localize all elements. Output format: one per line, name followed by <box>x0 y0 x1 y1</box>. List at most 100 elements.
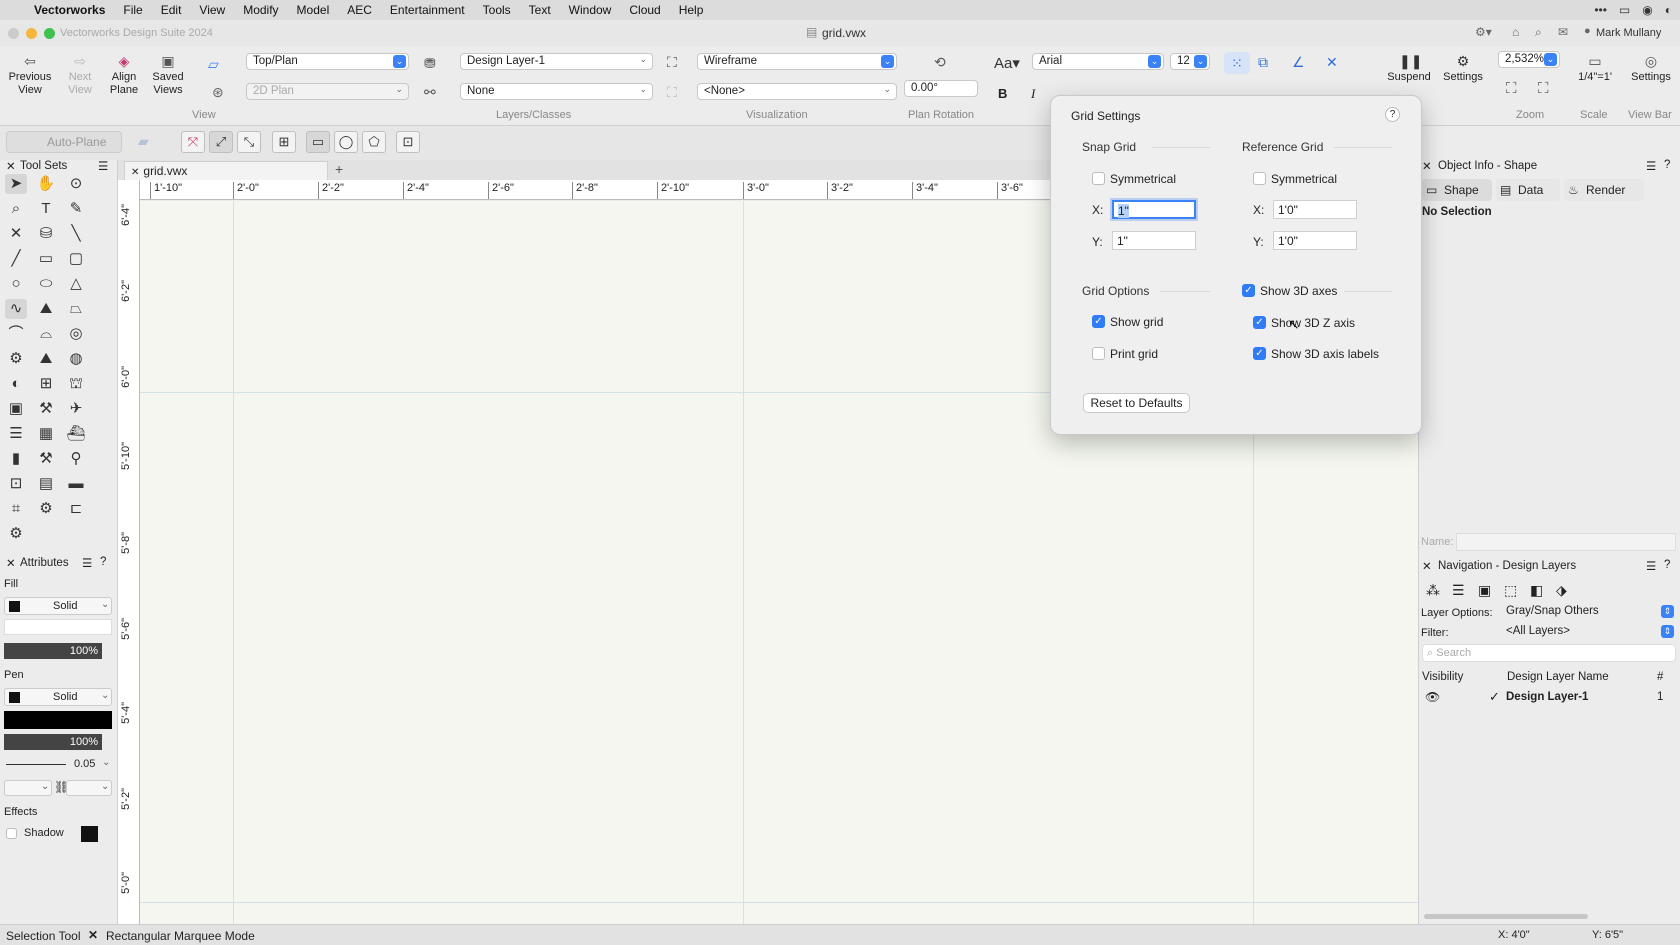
plan-dropdown[interactable]: 2D Plan ⌄ <box>246 83 409 100</box>
font-size-dropdown[interactable]: 12 ⌄ <box>1170 53 1210 70</box>
marker-dropdown[interactable]: ⌄ <box>66 780 112 796</box>
projection-icon[interactable]: ⛶ <box>667 84 677 101</box>
tool-button-icon[interactable]: ∿ <box>5 299 27 319</box>
snap-grid-icon[interactable]: ⁙ <box>1224 52 1250 74</box>
tool-sets-close-icon[interactable]: ✕ <box>6 159 16 173</box>
object-info-help-icon[interactable]: ? <box>1664 159 1670 171</box>
design-layers-icon[interactable]: ☰ <box>1452 582 1465 599</box>
reset-to-defaults-button[interactable]: Reset to Defaults <box>1083 393 1190 413</box>
menu-window[interactable]: Window <box>560 3 621 17</box>
horizontal-scrollbar[interactable] <box>1424 914 1588 919</box>
snap-symmetrical-checkbox[interactable] <box>1092 172 1105 185</box>
filter-dropdown[interactable]: <All Layers> ⇕ <box>1500 624 1676 641</box>
add-tab-button[interactable]: + <box>335 161 343 177</box>
tool-button-icon[interactable]: ⚒ <box>35 399 57 419</box>
tool-button-icon[interactable]: ⊞ <box>35 374 57 394</box>
tool-button-icon[interactable]: ◎ <box>65 324 87 344</box>
show-3d-z-axis-checkbox[interactable]: ✓ <box>1253 316 1266 329</box>
scale-button[interactable]: ▭ 1/4"=1' <box>1572 54 1618 84</box>
plan-icon[interactable]: ⊛ <box>212 84 224 101</box>
fill-style-dropdown[interactable]: Solid ⌄ <box>4 597 112 615</box>
menu-app[interactable]: Vectorworks <box>25 3 114 17</box>
pen-opacity-bar[interactable]: 100% <box>4 734 102 750</box>
tool-button-icon[interactable]: ⛰ <box>35 349 57 369</box>
tool-button-icon[interactable]: ▣ <box>5 399 27 419</box>
menu-tools[interactable]: Tools <box>474 3 520 17</box>
print-grid-checkbox[interactable] <box>1092 347 1105 360</box>
reference-symmetrical-checkbox[interactable] <box>1253 172 1266 185</box>
layer-options-dropdown[interactable]: Gray/Snap Others ⇕ <box>1500 604 1676 621</box>
tool-button-icon[interactable]: ◐ <box>5 374 27 394</box>
tool-button-icon[interactable]: ╱ <box>5 249 27 269</box>
menu-model[interactable]: Model <box>288 3 339 17</box>
tool-button-icon[interactable]: ⬭ <box>35 274 57 294</box>
navigation-close-icon[interactable]: ✕ <box>1422 559 1432 573</box>
tool-button-icon[interactable]: ⚙ <box>5 349 27 369</box>
tool-button-icon[interactable]: ⛫ <box>65 374 87 394</box>
font-dropdown[interactable]: Arial ⌄ <box>1032 53 1164 70</box>
fill-color-swatch[interactable] <box>9 601 20 612</box>
tool-button-icon[interactable]: ✎ <box>65 199 87 219</box>
object-info-menu-icon[interactable]: ☰ <box>1646 159 1656 173</box>
tool-button-icon[interactable]: ⌓ <box>35 324 57 344</box>
col-design-layer-name[interactable]: Design Layer Name <box>1507 671 1609 683</box>
tab-data[interactable]: ▤ Data <box>1496 179 1560 201</box>
mode-button-4[interactable]: ⊞ <box>272 131 296 153</box>
tool-button-icon[interactable]: ⌕ <box>5 199 27 219</box>
snap-angle-icon[interactable]: ∠ <box>1292 54 1305 71</box>
tool-button-icon[interactable]: ✕ <box>5 224 27 244</box>
rotation-field[interactable]: 0.00° <box>904 80 978 97</box>
menu-file[interactable]: File <box>114 3 151 17</box>
document-tab[interactable]: ✕ grid.vwx <box>124 161 328 180</box>
tool-button-icon[interactable]: ⊡ <box>5 474 27 494</box>
menu-modify[interactable]: Modify <box>234 3 287 17</box>
viewports-icon[interactable]: ⬚ <box>1504 582 1517 599</box>
siri-icon[interactable]: ◉ <box>1642 3 1652 17</box>
show-grid-checkbox[interactable]: ✓ <box>1092 315 1105 328</box>
shadow-color-swatch[interactable] <box>81 826 98 842</box>
align-plane-button[interactable]: ◈ Align Plane <box>104 54 144 97</box>
line-type-dropdown[interactable]: ⌄ <box>4 780 52 796</box>
tool-button-icon[interactable]: ▭ <box>35 249 57 269</box>
help-gear-icon[interactable]: ⚙▾ <box>1475 25 1492 39</box>
menu-view[interactable]: View <box>190 3 234 17</box>
snap-object-icon[interactable]: ⧉ <box>1258 54 1268 71</box>
class-dropdown[interactable]: None ⌄ <box>460 83 653 100</box>
menu-aec[interactable]: AEC <box>338 3 381 17</box>
view-icon[interactable]: ▱ <box>208 56 219 73</box>
vertical-ruler[interactable]: 6'-4" 6'-2" 6'-0" 5'-10" 5'-8" 5'-6" 5'-… <box>118 180 140 924</box>
font-icon[interactable]: Aa▾ <box>994 54 1020 72</box>
snap-settings-button[interactable]: ⚙ Settings <box>1438 54 1488 84</box>
tool-button-icon[interactable]: ⚒ <box>35 449 57 469</box>
col-visibility[interactable]: Visibility <box>1422 671 1463 683</box>
col-number[interactable]: # <box>1657 671 1663 683</box>
saved-views-button[interactable]: ▣ Saved Views <box>148 54 188 97</box>
rectangle-marquee-button[interactable]: ▭ <box>306 131 330 153</box>
sheet-layers-icon[interactable]: ▣ <box>1478 582 1491 599</box>
fill-color-bar[interactable] <box>4 619 112 635</box>
tool-button-icon[interactable]: ⊏ <box>65 499 87 519</box>
user-name[interactable]: Mark Mullany <box>1596 27 1661 39</box>
zoom-dropdown[interactable]: 2,532% ⌄ <box>1498 51 1560 68</box>
tool-button-icon[interactable]: ▦ <box>35 424 57 444</box>
tool-button-icon[interactable]: ⛴ <box>65 424 87 444</box>
tool-button-icon[interactable]: ○ <box>5 274 27 294</box>
menu-edit[interactable]: Edit <box>152 3 191 17</box>
tool-button-icon[interactable]: ◍ <box>65 349 87 369</box>
tab-shape[interactable]: ▭ Shape <box>1422 179 1492 201</box>
tool-button-icon[interactable]: ▢ <box>65 249 87 269</box>
user-icon[interactable]: ● <box>1584 25 1591 37</box>
table-row[interactable]: 👁 ✓ Design Layer-1 1 <box>1422 688 1676 708</box>
tool-button-icon[interactable]: ⛁ <box>35 224 57 244</box>
tool-button-icon[interactable]: ⏢ <box>65 299 87 319</box>
reference-y-input[interactable]: 1'0" <box>1273 231 1357 250</box>
polygon-marquee-button[interactable]: ⬠ <box>362 131 386 153</box>
tool-button-icon[interactable]: ▮ <box>5 449 27 469</box>
close-tab-icon[interactable]: ✕ <box>131 167 139 178</box>
tool-button-icon[interactable]: T <box>35 199 57 219</box>
tool-button-icon[interactable]: ⌗ <box>5 499 27 519</box>
object-info-close-icon[interactable]: ✕ <box>1422 159 1432 173</box>
menu-help[interactable]: Help <box>670 3 713 17</box>
tool-button-icon[interactable]: ✋ <box>35 174 57 194</box>
tool-button-icon[interactable]: ╲ <box>65 224 87 244</box>
